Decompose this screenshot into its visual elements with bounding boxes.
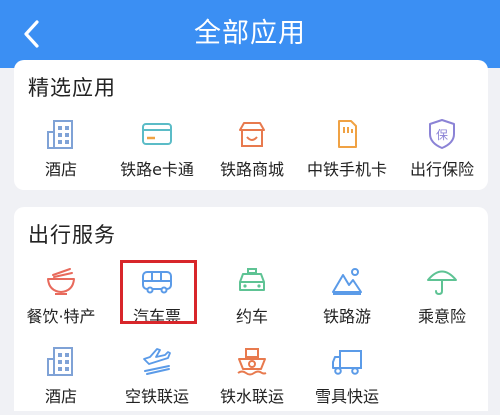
app-label: 铁路商城 xyxy=(219,160,284,179)
hotel-building-icon xyxy=(47,120,73,149)
service-railway-tour[interactable]: 铁路游 xyxy=(300,265,394,335)
app-header: 全部应用 xyxy=(0,0,500,68)
sim-card-icon xyxy=(338,120,357,148)
service-label: 铁水联运 xyxy=(219,387,284,406)
card-icon xyxy=(142,123,172,145)
truck-icon xyxy=(332,350,362,375)
car-icon xyxy=(239,268,265,291)
service-air-rail[interactable]: 空铁联运 xyxy=(110,345,204,415)
plane-train-icon xyxy=(143,348,171,375)
mountain-icon xyxy=(332,268,362,295)
selected-apps-card: 精选应用 酒店 铁路e卡通 铁路商城 中铁手机卡 保 出行保险 xyxy=(14,60,488,190)
service-ski-delivery[interactable]: 雪具快运 xyxy=(300,345,394,415)
umbrella-icon xyxy=(427,270,457,296)
travel-services-card: 出行服务 餐饮·特产 汽车票 约车 铁路游 乘意险 酒店 空铁联运 铁水联运 雪… xyxy=(14,207,488,411)
ship-icon xyxy=(237,348,267,376)
insurance-shield-icon: 保 xyxy=(429,119,455,149)
service-ride-hailing[interactable]: 约车 xyxy=(205,265,299,335)
bus-icon xyxy=(142,271,172,294)
section-title: 精选应用 xyxy=(28,76,116,100)
app-railway-ecard[interactable]: 铁路e卡通 xyxy=(110,118,204,188)
hotel-building-icon xyxy=(47,347,73,376)
section-title: 出行服务 xyxy=(28,223,116,247)
noodle-bowl-icon xyxy=(47,268,75,295)
service-label: 餐饮·特产 xyxy=(26,307,96,326)
service-bus-ticket[interactable]: 汽车票 xyxy=(110,265,204,335)
service-accident-insurance[interactable]: 乘意险 xyxy=(395,265,489,335)
shop-icon xyxy=(239,122,265,147)
service-hotel[interactable]: 酒店 xyxy=(14,345,108,415)
app-label: 酒店 xyxy=(44,160,77,179)
service-label: 汽车票 xyxy=(132,307,181,326)
service-label: 约车 xyxy=(235,307,268,326)
service-rail-water[interactable]: 铁水联运 xyxy=(205,345,299,415)
app-hotel[interactable]: 酒店 xyxy=(14,118,108,188)
app-travel-insurance[interactable]: 保 出行保险 xyxy=(395,118,489,188)
app-label: 出行保险 xyxy=(409,160,474,179)
app-label: 铁路e卡通 xyxy=(120,160,194,179)
app-sim-card[interactable]: 中铁手机卡 xyxy=(300,118,394,188)
app-railway-mall[interactable]: 铁路商城 xyxy=(205,118,299,188)
svg-text:保: 保 xyxy=(436,128,448,142)
service-label: 乘意险 xyxy=(417,307,466,326)
service-catering[interactable]: 餐饮·特产 xyxy=(14,265,108,335)
service-label: 空铁联运 xyxy=(124,387,189,406)
service-label: 铁路游 xyxy=(322,307,371,326)
page-title: 全部应用 xyxy=(194,18,306,49)
service-label: 雪具快运 xyxy=(314,387,379,406)
service-label: 酒店 xyxy=(44,387,77,406)
app-label: 中铁手机卡 xyxy=(306,160,387,179)
